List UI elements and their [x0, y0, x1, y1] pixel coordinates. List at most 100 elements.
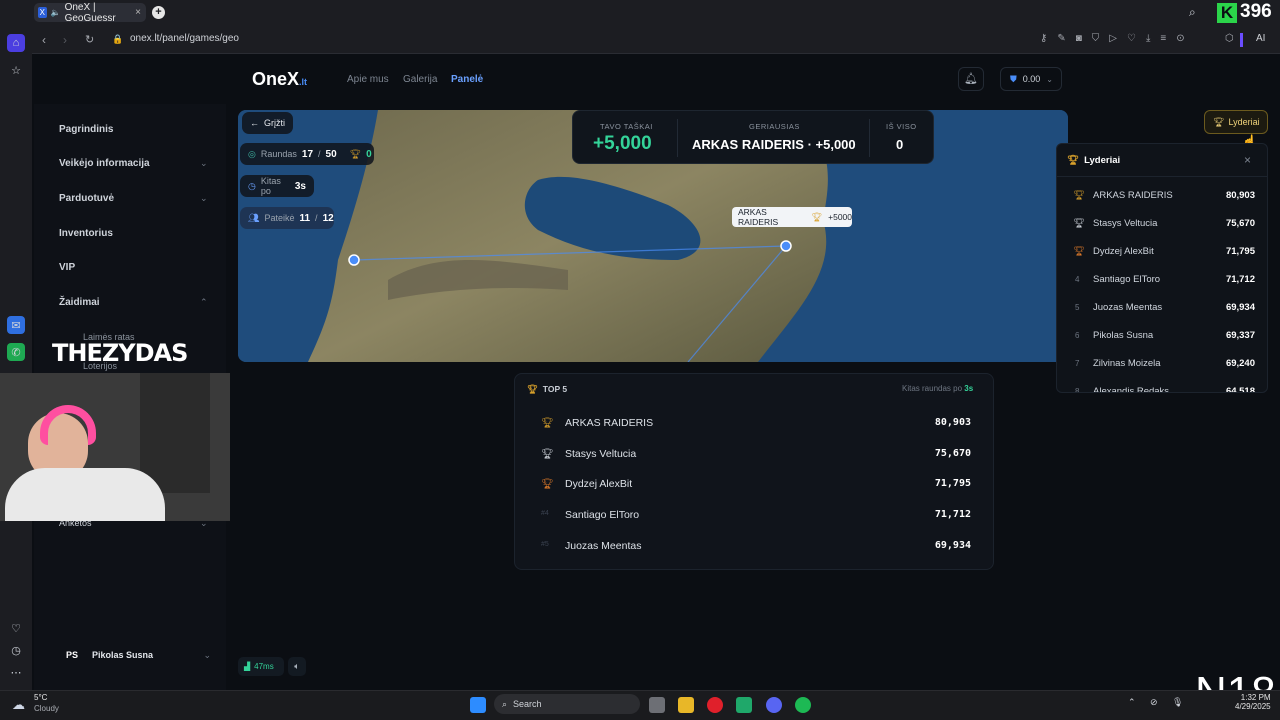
sidebar-item-vip[interactable]: VIP	[59, 262, 75, 273]
reload-icon[interactable]: ↻	[85, 33, 94, 46]
url-field[interactable]: onex.lt/panel/games/geo	[130, 33, 239, 44]
best-value: ARKAS RAIDERIS · +5,000	[692, 137, 856, 152]
trophy-icon: 🏆︎	[1073, 246, 1086, 257]
leader-score: 75,670	[1225, 218, 1255, 229]
streamer-name-overlay: THEZYDAS	[52, 339, 188, 367]
leader-row: 7 Zilvinas Moizela 69,240	[1057, 357, 1267, 379]
weather-desc: Cloudy	[34, 704, 59, 713]
menu-icon[interactable]: ≡	[1160, 33, 1166, 44]
leaders-title-text: Lyderiai	[1084, 155, 1121, 166]
sidebar-item-games[interactable]: Žaidimai	[59, 297, 100, 308]
leaders-panel: 🏆︎ Lyderiai × 🏆︎ ARKAS RAIDERIS 80,903 🏆︎ Sta…	[1056, 143, 1268, 393]
nav-about[interactable]: Apie mus	[347, 74, 389, 85]
next-value: 3s	[294, 180, 306, 192]
home-icon[interactable]: ⌂	[7, 34, 25, 52]
heart-outline-icon[interactable]: ♡	[1127, 33, 1136, 44]
round-value: 17	[301, 148, 314, 160]
app-icon[interactable]	[736, 697, 752, 713]
marker-points: +5000	[828, 212, 852, 222]
answer-pin[interactable]	[780, 240, 792, 252]
forward-icon[interactable]: ›	[63, 33, 67, 47]
leader-name: Dydzej AlexBit	[1093, 246, 1154, 257]
messenger-icon[interactable]: ✉	[7, 316, 25, 334]
profile-icon[interactable]: ⊙	[1176, 33, 1184, 44]
submitted-label: Pateikė	[264, 213, 295, 223]
top5-title: 🏆︎ TOP 5	[527, 384, 567, 395]
download-icon[interactable]: ⤓	[1146, 33, 1150, 44]
heart-icon[interactable]: ♡	[7, 619, 25, 637]
taskbar-search[interactable]: ⌕ Search	[494, 694, 640, 714]
top5-title-text: TOP 5	[542, 384, 568, 394]
leader-score: 80,903	[1225, 190, 1255, 201]
key-icon[interactable]: ⚷	[1040, 33, 1047, 44]
play-icon[interactable]: ▷	[1109, 33, 1117, 44]
more-icon[interactable]: ⋯	[7, 663, 25, 681]
timer-icon: ◷	[248, 180, 256, 191]
top5-row: 🏆︎ ARKAS RAIDERIS 80,903	[539, 416, 971, 434]
weather-temp[interactable]: 5°C	[34, 693, 47, 702]
microphone-icon[interactable]: 🎙︎	[1172, 697, 1183, 708]
cube-icon[interactable]: ⬡	[1225, 33, 1234, 44]
nav-gallery[interactable]: Galerija	[403, 74, 437, 85]
back-label: Grįžti	[264, 118, 285, 128]
sidebar-item-home[interactable]: Pagrindinis	[59, 124, 113, 135]
trophy-icon: 🏆︎	[1213, 116, 1225, 127]
guess-pin[interactable]	[348, 254, 360, 266]
leader-name: Pikolas Susna	[1093, 330, 1154, 341]
opera-taskbar-icon[interactable]	[707, 697, 723, 713]
kick-logo-icon: K	[1217, 3, 1237, 23]
leaders-button[interactable]: 🏆︎ Lyderiai	[1204, 110, 1268, 134]
trophy-icon: 🏆︎	[541, 448, 554, 460]
top5-player-name: ARKAS RAIDERIS	[565, 417, 654, 429]
clock-time: 1:32 PM	[1240, 693, 1271, 702]
file-explorer-icon[interactable]	[678, 697, 694, 713]
trophy-icon: 🏆︎	[527, 384, 538, 394]
top5-row: 🏆︎ Dydzej AlexBit 71,795	[539, 477, 971, 495]
camera-icon[interactable]: ◙	[1076, 33, 1082, 44]
tray-chevron-up-icon[interactable]: ⌃	[1128, 697, 1136, 708]
nav-panel[interactable]: Panelė	[451, 74, 483, 85]
leader-name: Zilvinas Moizela	[1093, 358, 1161, 369]
kick-counter: 396	[1240, 1, 1272, 22]
marker-player-name: ARKAS RAIDERIS	[738, 207, 779, 227]
shield-icon[interactable]: ⛉	[1092, 33, 1100, 44]
sidebar-item-character-info[interactable]: Veikėjo informacija	[59, 158, 150, 169]
ai-button[interactable]: AI	[1256, 33, 1265, 44]
back-button[interactable]: ← Grįžti	[242, 112, 293, 134]
rank-number: 8	[1075, 387, 1080, 393]
leader-row: 8 Alexandis Redaks 64,518	[1057, 385, 1267, 393]
leader-row: 🏆︎ Dydzej AlexBit 71,795	[1057, 245, 1267, 267]
windows-start-icon[interactable]	[470, 697, 486, 713]
top5-row: 🏆︎ Stasys Veltucia 75,670	[539, 447, 971, 465]
sidebar-item-inventory[interactable]: Inventorius	[59, 228, 113, 239]
leader-name: Santiago ElToro	[1093, 274, 1161, 285]
task-view-icon[interactable]	[649, 697, 665, 713]
tab-geoguessr[interactable]: X 🔈 OneX | GeoGuessr ×	[34, 2, 146, 24]
discord-icon[interactable]	[766, 697, 782, 713]
wifi-off-icon[interactable]: ⊘	[1150, 697, 1158, 708]
cloud-icon: ☁	[12, 697, 25, 712]
volume-icon[interactable]: 🔈︎	[288, 657, 306, 676]
clock[interactable]: 1:32 PM 4/29/2025	[1235, 693, 1271, 711]
close-tab-icon[interactable]: ×	[135, 7, 141, 18]
site-logo[interactable]: OneX.lt	[252, 69, 307, 90]
new-tab-button[interactable]: +	[152, 6, 165, 19]
top5-next-value: 3s	[964, 384, 974, 393]
total-label: IŠ VISO	[886, 122, 917, 131]
star-icon[interactable]: ☆	[7, 61, 25, 79]
submitted-pill: 👥︎ Pateikė 11/12	[240, 207, 334, 229]
sidebar-item-shop[interactable]: Parduotuvė	[59, 193, 114, 204]
door-shape	[140, 373, 210, 493]
leader-score: 71,712	[1225, 274, 1255, 285]
balance-value: 0.00	[1022, 74, 1041, 84]
notification-bell-icon[interactable]: 🔔︎	[958, 67, 984, 91]
spotify-icon[interactable]	[795, 697, 811, 713]
back-icon[interactable]: ‹	[42, 33, 46, 47]
history-icon[interactable]: ◷	[7, 641, 25, 659]
tab-search-icon[interactable]: ⌕	[1189, 5, 1196, 20]
edit-icon[interactable]: ✎	[1057, 33, 1065, 44]
close-icon[interactable]: ×	[1244, 153, 1251, 167]
balance-dropdown[interactable]: ⛊ 0.00 ⌄	[1000, 67, 1062, 91]
user-menu[interactable]: PS Pikolas Susna ⌄	[51, 640, 211, 670]
whatsapp-icon[interactable]: ✆	[7, 343, 25, 361]
